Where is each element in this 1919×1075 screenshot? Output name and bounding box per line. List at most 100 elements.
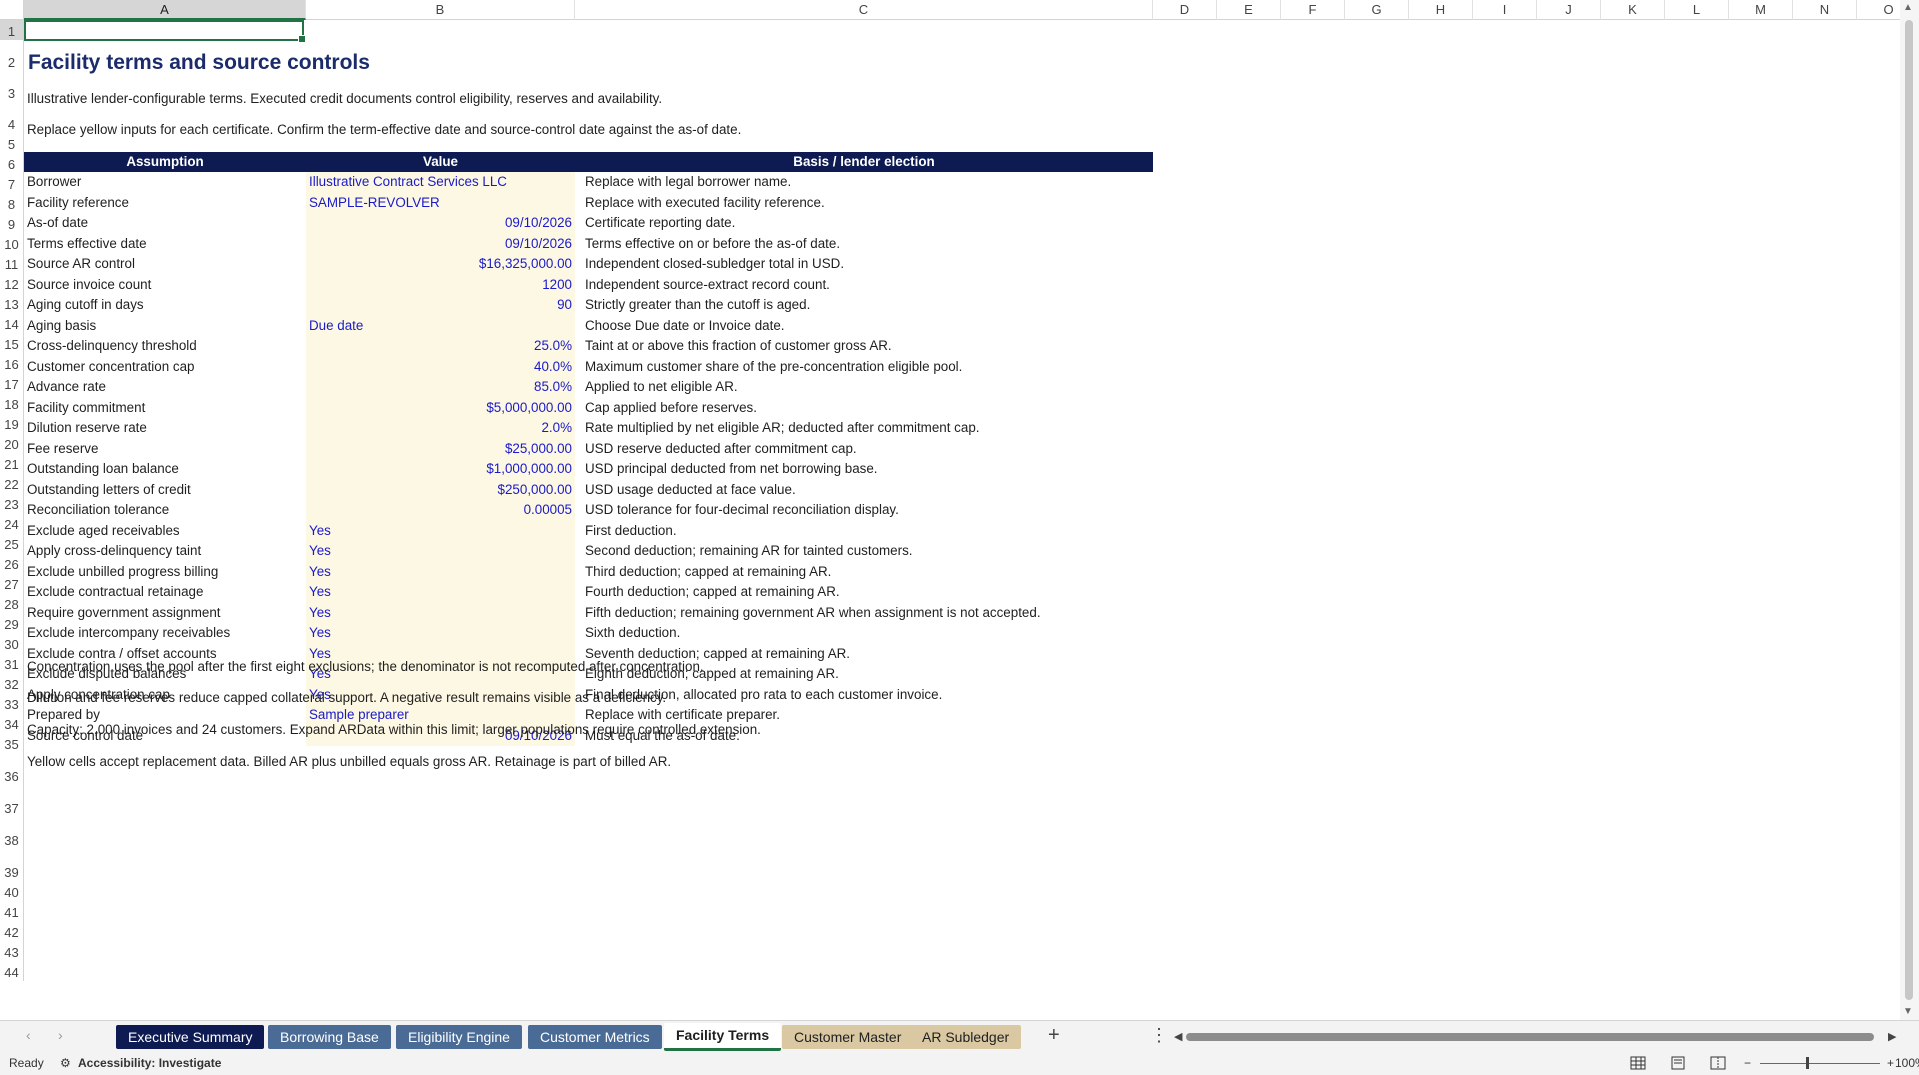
sheet-tab-eligibility-engine[interactable]: Eligibility Engine	[396, 1025, 522, 1049]
column-header-n[interactable]: N	[1793, 0, 1857, 20]
worksheet-grid[interactable]: Facility terms and source controls Illus…	[24, 20, 1900, 1020]
row-header-32[interactable]: 32	[0, 673, 24, 693]
basis-cell[interactable]: Strictly greater than the cutoff is aged…	[585, 295, 810, 315]
row-header-16[interactable]: 16	[0, 353, 24, 373]
value-input-cell[interactable]: Yes	[306, 603, 575, 623]
basis-cell[interactable]: Taint at or above this fraction of custo…	[585, 336, 892, 356]
column-header-l[interactable]: L	[1665, 0, 1729, 20]
zoom-out-icon[interactable]: −	[1744, 1056, 1751, 1070]
row-header-23[interactable]: 23	[0, 493, 24, 513]
horizontal-scroll-thumb[interactable]	[1186, 1033, 1874, 1041]
column-header-m[interactable]: M	[1729, 0, 1793, 20]
column-header-c[interactable]: C	[575, 0, 1153, 20]
basis-cell[interactable]: USD tolerance for four-decimal reconcili…	[585, 500, 899, 520]
assumption-cell[interactable]: Facility reference	[27, 193, 129, 213]
column-header-f[interactable]: F	[1281, 0, 1345, 20]
assumption-cell[interactable]: Source invoice count	[27, 275, 151, 295]
assumption-cell[interactable]: Reconciliation tolerance	[27, 500, 169, 520]
assumption-cell[interactable]: Fee reserve	[27, 439, 98, 459]
row-header-31[interactable]: 31	[0, 653, 24, 673]
value-input-cell[interactable]: Illustrative Contract Services LLC	[306, 172, 575, 192]
row-header-40[interactable]: 40	[0, 881, 24, 901]
assumption-cell[interactable]: Exclude aged receivables	[27, 521, 180, 541]
row-header-27[interactable]: 27	[0, 573, 24, 593]
row-header-39[interactable]: 39	[0, 849, 24, 881]
value-input-cell[interactable]: $1,000,000.00	[306, 459, 575, 479]
header-assumption[interactable]: Assumption	[24, 152, 306, 172]
assumption-cell[interactable]: Source AR control	[27, 254, 135, 274]
basis-cell[interactable]: Third deduction; capped at remaining AR.	[585, 562, 831, 582]
value-input-cell[interactable]: $5,000,000.00	[306, 398, 575, 418]
row-header-19[interactable]: 19	[0, 413, 24, 433]
row-header-24[interactable]: 24	[0, 513, 24, 533]
row-header-12[interactable]: 12	[0, 273, 24, 293]
value-input-cell[interactable]: Yes	[306, 562, 575, 582]
value-input-cell[interactable]: Due date	[306, 316, 575, 336]
column-header-j[interactable]: J	[1537, 0, 1601, 20]
value-input-cell[interactable]: 09/10/2026	[306, 213, 575, 233]
row-header-5[interactable]: 5	[0, 133, 24, 153]
normal-view-icon[interactable]	[1630, 1056, 1646, 1070]
row-header-18[interactable]: 18	[0, 393, 24, 413]
row-header-22[interactable]: 22	[0, 473, 24, 493]
zoom-slider-track[interactable]	[1760, 1063, 1880, 1064]
assumption-cell[interactable]: Outstanding letters of credit	[27, 480, 191, 500]
assumption-cell[interactable]: Require government assignment	[27, 603, 221, 623]
row-header-30[interactable]: 30	[0, 633, 24, 653]
column-header-a[interactable]: A	[24, 0, 306, 20]
row-header-13[interactable]: 13	[0, 293, 24, 313]
assumption-cell[interactable]: Exclude intercompany receivables	[27, 623, 230, 643]
value-input-cell[interactable]: 40.0%	[306, 357, 575, 377]
row-header-34[interactable]: 34	[0, 713, 24, 733]
zoom-slider-knob[interactable]	[1806, 1057, 1809, 1069]
zoom-in-icon[interactable]: +	[1887, 1056, 1894, 1070]
assumption-cell[interactable]: Aging cutoff in days	[27, 295, 144, 315]
sheet-tab-ar-subledger[interactable]: AR Subledger	[910, 1025, 1022, 1049]
row-header-44[interactable]: 44	[0, 961, 24, 981]
row-header-20[interactable]: 20	[0, 433, 24, 453]
row-header-11[interactable]: 11	[0, 253, 24, 273]
basis-cell[interactable]: Replace with legal borrower name.	[585, 172, 791, 192]
assumption-cell[interactable]: Outstanding loan balance	[27, 459, 179, 479]
sheet-tab-executive-summary[interactable]: Executive Summary	[116, 1025, 265, 1049]
page-layout-icon[interactable]	[1670, 1056, 1686, 1070]
sheet-tab-customer-master[interactable]: Customer Master	[782, 1025, 914, 1049]
assumption-cell[interactable]: Customer concentration cap	[27, 357, 194, 377]
row-header-26[interactable]: 26	[0, 553, 24, 573]
sheet-tab-facility-terms[interactable]: Facility Terms	[664, 1023, 782, 1051]
basis-cell[interactable]: Choose Due date or Invoice date.	[585, 316, 785, 336]
scroll-left-icon[interactable]: ◀	[1174, 1030, 1182, 1043]
assumption-cell[interactable]: As-of date	[27, 213, 88, 233]
next-sheet-icon[interactable]: ›	[58, 1027, 63, 1043]
row-header-4[interactable]: 4	[0, 102, 24, 133]
basis-cell[interactable]: Cap applied before reserves.	[585, 398, 757, 418]
sheet-tab-customer-metrics[interactable]: Customer Metrics	[528, 1025, 662, 1049]
column-header-i[interactable]: I	[1473, 0, 1537, 20]
value-input-cell[interactable]: Yes	[306, 623, 575, 643]
row-header-15[interactable]: 15	[0, 333, 24, 353]
assumption-cell[interactable]: Cross-delinquency threshold	[27, 336, 197, 356]
basis-cell[interactable]: Terms effective on or before the as-of d…	[585, 234, 840, 254]
basis-cell[interactable]: Second deduction; remaining AR for taint…	[585, 541, 913, 561]
horizontal-scrollbar[interactable]: ◀ ▶	[1172, 1030, 1902, 1044]
row-header-14[interactable]: 14	[0, 313, 24, 333]
value-input-cell[interactable]: 0.00005	[306, 500, 575, 520]
basis-cell[interactable]: Fifth deduction; remaining government AR…	[585, 603, 1041, 623]
value-input-cell[interactable]: 25.0%	[306, 336, 575, 356]
row-header-29[interactable]: 29	[0, 613, 24, 633]
basis-cell[interactable]: USD principal deducted from net borrowin…	[585, 459, 878, 479]
page-break-preview-icon[interactable]	[1710, 1056, 1726, 1070]
row-header-41[interactable]: 41	[0, 901, 24, 921]
basis-cell[interactable]: Rate multiplied by net eligible AR; dedu…	[585, 418, 979, 438]
sheet-tab-borrowing-base[interactable]: Borrowing Base	[268, 1025, 391, 1049]
row-header-8[interactable]: 8	[0, 193, 24, 213]
row-header-36[interactable]: 36	[0, 753, 24, 785]
row-header-3[interactable]: 3	[0, 71, 24, 102]
column-header-h[interactable]: H	[1409, 0, 1473, 20]
value-input-cell[interactable]: 90	[306, 295, 575, 315]
assumption-cell[interactable]: Facility commitment	[27, 398, 145, 418]
basis-cell[interactable]: First deduction.	[585, 521, 677, 541]
scroll-up-icon[interactable]: ▲	[1903, 2, 1913, 13]
basis-cell[interactable]: Independent closed-subledger total in US…	[585, 254, 844, 274]
accessibility-status[interactable]: Accessibility: Investigate	[78, 1056, 221, 1070]
